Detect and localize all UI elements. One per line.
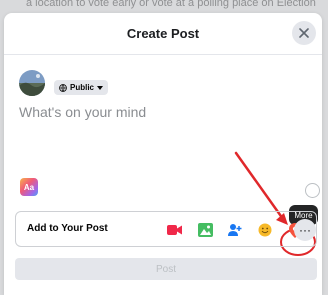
emoji-picker-icon[interactable] <box>305 183 320 198</box>
create-post-dialog: Create Post Public What's on your mind A… <box>4 13 322 295</box>
tag-people-icon[interactable] <box>224 219 246 241</box>
dialog-title: Create Post <box>126 26 200 41</box>
red-annotation <box>234 151 316 256</box>
post-button[interactable]: Post <box>15 258 317 280</box>
more-options-button[interactable]: ··· <box>294 219 316 241</box>
video-camera-icon[interactable] <box>164 219 186 241</box>
photo-icon[interactable] <box>194 219 216 241</box>
audience-selector[interactable]: Public <box>54 80 109 95</box>
dialog-header: Create Post <box>4 13 322 55</box>
audience-label: Public <box>70 83 95 92</box>
add-to-post-bar: Add to Your Post ··· <box>15 211 317 247</box>
feeling-emoji-icon[interactable] <box>254 219 276 241</box>
background-page-text: a location to vote early or vote at a po… <box>26 0 316 9</box>
add-to-post-label: Add to Your Post <box>27 223 108 234</box>
caret-down-icon <box>97 85 104 90</box>
background-picker-button[interactable]: Aa <box>20 178 38 196</box>
close-button[interactable] <box>292 21 316 45</box>
post-composer-input[interactable]: What's on your mind <box>19 104 299 120</box>
close-icon <box>299 28 309 38</box>
globe-icon <box>59 83 67 92</box>
avatar[interactable] <box>19 70 45 96</box>
